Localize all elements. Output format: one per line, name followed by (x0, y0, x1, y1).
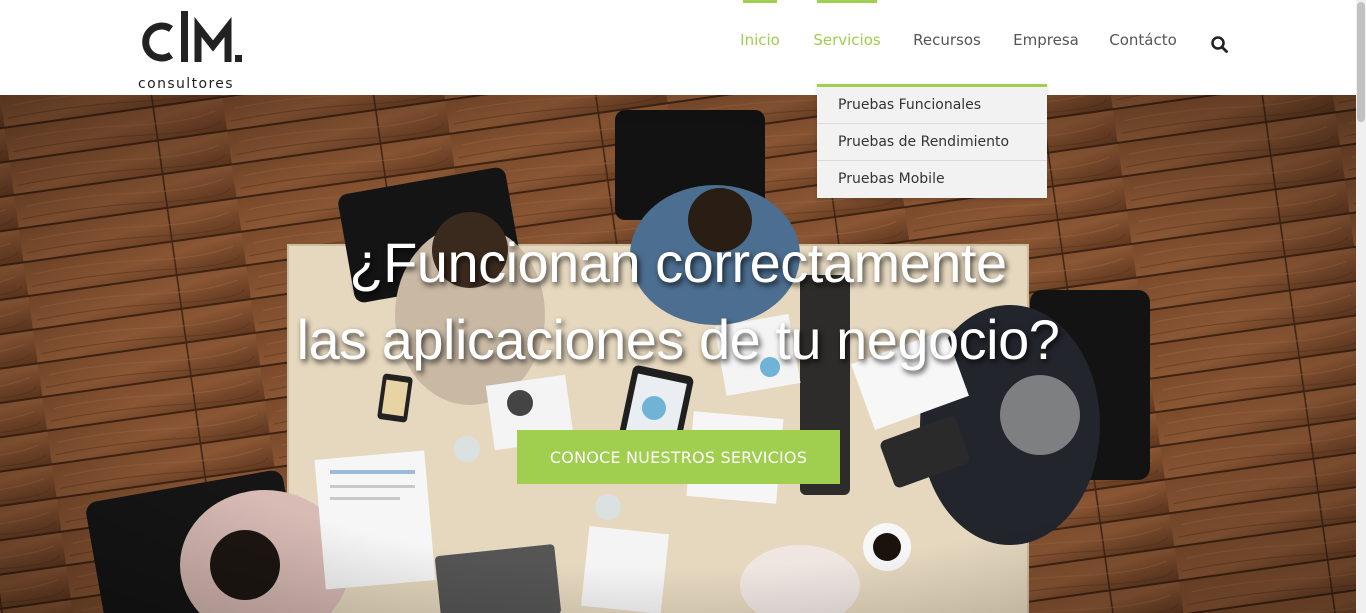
cta-services-button[interactable]: CONOCE NUESTROS SERVICIOS (517, 430, 840, 484)
nav-label: Contácto (1109, 30, 1177, 49)
main-nav: Inicio Servicios Recursos Empresa Contác… (0, 0, 1356, 95)
nav-item-inicio[interactable]: Inicio (740, 0, 780, 95)
hero-title-line-2: las aplicaciones de tu negocio? (296, 308, 1060, 371)
nav-item-contacto[interactable]: Contácto (1109, 0, 1177, 95)
nav-item-empresa[interactable]: Empresa (1013, 0, 1079, 95)
page-scrollbar[interactable] (1356, 0, 1366, 613)
dropdown-item-pruebas-funcionales[interactable]: Pruebas Funcionales (817, 87, 1047, 124)
active-indicator (817, 0, 877, 3)
search-icon[interactable] (1208, 33, 1232, 57)
nav-item-recursos[interactable]: Recursos (913, 0, 981, 95)
dropdown-item-pruebas-rendimiento[interactable]: Pruebas de Rendimiento (817, 124, 1047, 161)
dropdown-item-pruebas-mobile[interactable]: Pruebas Mobile (817, 161, 1047, 198)
nav-label: Inicio (740, 30, 780, 49)
hero-title-line-1: ¿Funcionan correctamente (349, 231, 1007, 294)
scrollbar-thumb[interactable] (1357, 2, 1365, 122)
servicios-dropdown: Pruebas Funcionales Pruebas de Rendimien… (817, 84, 1047, 198)
site-header: consultores Inicio Servicios Recursos Em… (0, 0, 1356, 95)
nav-label: Empresa (1013, 30, 1079, 49)
active-indicator (743, 0, 777, 3)
nav-item-servicios[interactable]: Servicios (813, 0, 881, 95)
hero-section: ¿Funcionan correctamente las aplicacione… (0, 95, 1356, 613)
nav-label: Servicios (813, 30, 881, 49)
nav-label: Recursos (913, 30, 981, 49)
